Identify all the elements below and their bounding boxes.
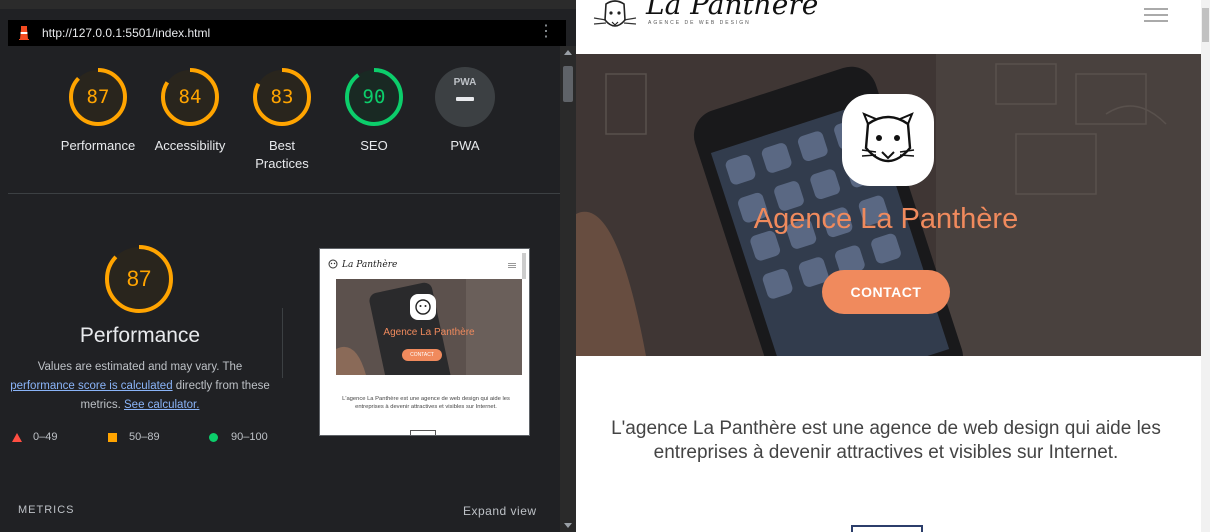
performance-title: Performance bbox=[79, 324, 201, 347]
hero-section: Agence La Panthère CONTACT bbox=[576, 54, 1201, 356]
page-screenshot-thumbnail[interactable]: La Panthère Agence La Panthère CONTACT L… bbox=[319, 248, 530, 436]
gauge-label: Accessibility bbox=[154, 138, 226, 153]
thumb-contact-button: CONTACT bbox=[402, 349, 442, 361]
pwa-badge-text: PWA bbox=[453, 77, 477, 88]
gauge-score: 87 bbox=[86, 86, 110, 108]
legend-average-range: 50–89 bbox=[129, 431, 160, 443]
legend-fail-range: 0–49 bbox=[33, 431, 58, 443]
perf-desc-text-1: Values are estimated and may vary. The bbox=[37, 361, 243, 373]
score-gauge[interactable]: 83 bbox=[252, 67, 312, 127]
legend-fail: 0–49 bbox=[12, 431, 57, 443]
legend-pass: 90–100 bbox=[209, 431, 268, 443]
lighthouse-icon bbox=[19, 26, 29, 40]
performance-score-link[interactable]: performance score is calculated bbox=[10, 380, 172, 392]
triangle-icon bbox=[12, 432, 22, 442]
vertical-divider bbox=[282, 308, 283, 378]
panther-logo-icon[interactable] bbox=[592, 0, 638, 34]
scroll-thumb[interactable] bbox=[563, 66, 573, 102]
devtools-top-strip bbox=[0, 0, 576, 9]
thumb-hero-title: Agence La Panthère bbox=[383, 327, 475, 338]
performance-description: Values are estimated and may vary. The p… bbox=[8, 358, 272, 415]
thumb-intro-text: L'agence La Panthère est une agence de w… bbox=[342, 396, 510, 410]
performance-big-score: 87 bbox=[126, 266, 152, 291]
gauge-score: 90 bbox=[362, 86, 386, 108]
site-scroll-thumb[interactable] bbox=[1202, 8, 1209, 42]
score-gauge[interactable]: 84 bbox=[160, 67, 220, 127]
site-scrollbar[interactable] bbox=[1201, 0, 1210, 532]
expand-view-button[interactable]: Expand view bbox=[463, 504, 537, 518]
gauge-score: 83 bbox=[270, 86, 294, 108]
thumb-brand: La Panthère bbox=[342, 260, 398, 270]
circle-icon bbox=[209, 432, 218, 442]
kebab-icon[interactable]: ⋮ bbox=[538, 24, 554, 40]
section-box bbox=[851, 525, 923, 532]
pwa-circle bbox=[435, 67, 495, 127]
panther-logo-icon bbox=[328, 259, 338, 269]
square-icon bbox=[108, 432, 117, 442]
site-preview: La Panthère AGENCE DE WEB DESIGN Agence … bbox=[576, 0, 1210, 532]
legend-pass-range: 90–100 bbox=[231, 431, 268, 443]
gauge-label-pwa: PWA bbox=[450, 138, 480, 153]
site-header: La Panthère AGENCE DE WEB DESIGN bbox=[576, 0, 1201, 54]
score-gauge[interactable]: 90 bbox=[344, 67, 404, 127]
scroll-up-icon[interactable] bbox=[564, 50, 572, 55]
hamburger-icon bbox=[508, 263, 516, 264]
gauge-label: Best Practices bbox=[255, 138, 309, 171]
site-brand[interactable]: La Panthère bbox=[646, 0, 818, 21]
report-url[interactable]: http://127.0.0.1:5501/index.html bbox=[42, 26, 210, 40]
contact-button[interactable]: CONTACT bbox=[822, 270, 950, 314]
devtools-scrollbar[interactable] bbox=[560, 46, 576, 532]
section-divider bbox=[8, 193, 560, 194]
thumb-scrollbar bbox=[522, 253, 526, 279]
see-calculator-link[interactable]: See calculator. bbox=[124, 399, 199, 411]
lighthouse-panel: http://127.0.0.1:5501/index.html ⋮ 87 Per… bbox=[0, 0, 576, 532]
performance-big-gauge: 87 bbox=[104, 244, 174, 314]
pwa-badge[interactable]: PWA bbox=[435, 67, 495, 127]
legend-average: 50–89 bbox=[108, 431, 160, 443]
thumb-box bbox=[410, 430, 436, 435]
metrics-heading: METRICS bbox=[18, 504, 75, 516]
scroll-down-icon[interactable] bbox=[564, 523, 572, 528]
site-tagline: AGENCE DE WEB DESIGN bbox=[648, 20, 751, 26]
intro-text: L'agence La Panthère est une agence de w… bbox=[611, 418, 1161, 463]
report-url-bar: http://127.0.0.1:5501/index.html ⋮ bbox=[8, 20, 566, 46]
gauge-score: 84 bbox=[178, 86, 202, 108]
panther-badge-icon bbox=[842, 94, 934, 186]
thumb-header: La Panthère bbox=[320, 249, 529, 279]
thumb-panther-badge-icon bbox=[410, 294, 436, 320]
score-gauge[interactable]: 87 bbox=[68, 67, 128, 127]
hero-title: Agence La Panthère bbox=[753, 203, 1019, 235]
hamburger-menu-icon[interactable] bbox=[1144, 8, 1168, 22]
